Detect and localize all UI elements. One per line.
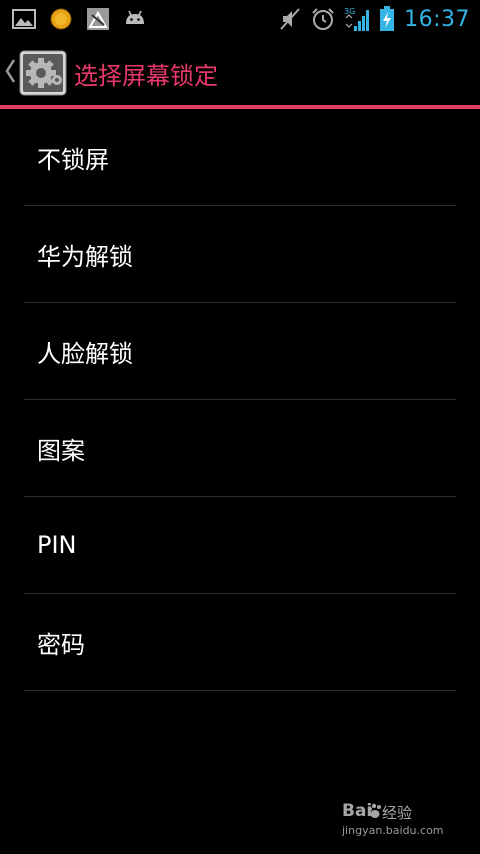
list-item-no-lock[interactable]: 不锁屏 xyxy=(24,109,456,206)
system-icons: 3G 16:37 xyxy=(278,4,470,34)
network-3g-icon: 3G xyxy=(344,7,370,31)
list-item-label: 密码 xyxy=(37,630,85,659)
list-item-label: 图案 xyxy=(37,436,85,465)
list-item-label: 人脸解锁 xyxy=(37,339,133,368)
status-bar: 3G 16:37 xyxy=(0,0,480,38)
list-item-huawei-unlock[interactable]: 华为解锁 xyxy=(24,206,456,303)
action-bar: 选择屏幕锁定 xyxy=(0,38,480,106)
baidu-watermark: Bai 经验 jingyan.baidu.com xyxy=(342,798,452,842)
alarm-icon xyxy=(312,8,334,30)
list-item-label: PIN xyxy=(37,531,77,559)
page-title: 选择屏幕锁定 xyxy=(74,62,218,90)
picture-icon xyxy=(12,9,36,29)
notification-icons xyxy=(12,7,147,31)
svg-text:Bai: Bai xyxy=(342,801,372,821)
mute-icon xyxy=(280,8,300,30)
lock-options-list: 不锁屏 华为解锁 人脸解锁 图案 PIN 密码 xyxy=(24,109,456,691)
battery-charging-icon xyxy=(380,6,395,31)
network-label: 3G xyxy=(344,7,355,16)
list-item-pin[interactable]: PIN xyxy=(24,497,456,594)
signal-app-icon xyxy=(87,8,109,30)
list-item-label: 华为解锁 xyxy=(37,242,133,271)
baidu-logo: Bai xyxy=(342,801,381,821)
chevron-left-icon xyxy=(5,59,16,83)
watermark-url: jingyan.baidu.com xyxy=(342,824,444,837)
clock: 16:37 xyxy=(404,6,470,32)
list-item-password[interactable]: 密码 xyxy=(24,594,456,691)
weather-sun-icon xyxy=(50,8,72,30)
list-item-face-unlock[interactable]: 人脸解锁 xyxy=(24,303,456,400)
list-item-label: 不锁屏 xyxy=(37,145,109,174)
settings-gear-icon xyxy=(19,50,67,96)
watermark-brand: 经验 xyxy=(382,804,413,822)
list-item-pattern[interactable]: 图案 xyxy=(24,400,456,497)
android-icon xyxy=(126,10,144,24)
